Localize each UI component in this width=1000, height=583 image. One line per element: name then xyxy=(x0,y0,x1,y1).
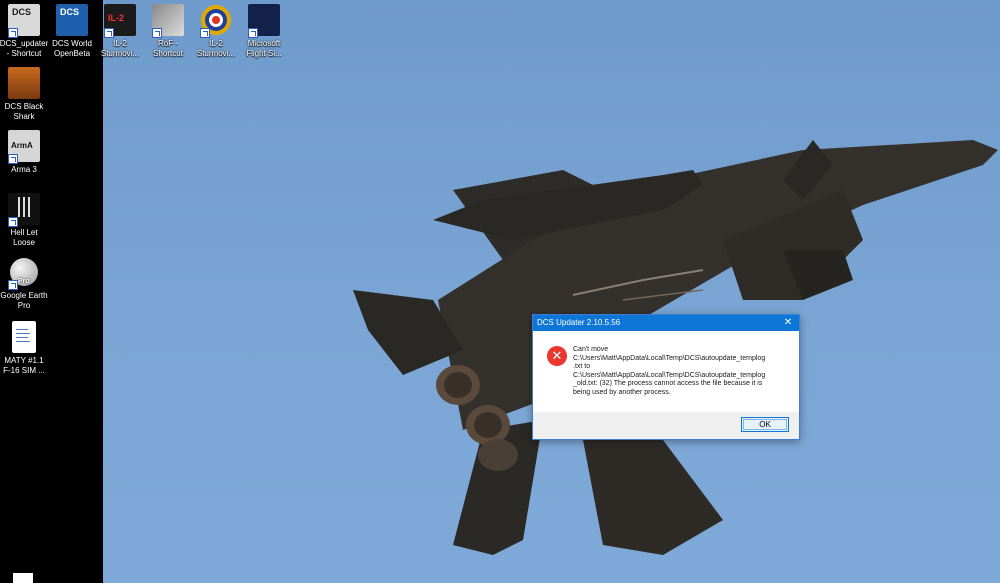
desktop-icon-hell-let-loose[interactable]: Hell Let Loose xyxy=(0,193,53,248)
message-line: _old.txt: (32) The process cannot access… xyxy=(573,380,763,387)
il2-badge-text: IL-2 xyxy=(108,13,125,23)
dcs-black-shark-icon xyxy=(8,67,40,99)
google-earth-icon: Pro xyxy=(8,256,40,290)
desktop-icon-google-earth[interactable]: Pro Google Earth Pro xyxy=(0,256,53,311)
document-icon xyxy=(12,321,36,353)
close-button[interactable]: ✕ xyxy=(777,315,799,331)
desktop-icon-label: Microsoft Flight Si... xyxy=(246,39,282,58)
il2-icon: IL-2 xyxy=(104,4,136,38)
arma3-icon: ArmA xyxy=(8,130,40,164)
shortcut-arrow-icon xyxy=(8,28,18,38)
shortcut-arrow-icon xyxy=(104,28,114,38)
il2-roundel-icon xyxy=(200,4,232,38)
arma-badge-text: ArmA xyxy=(11,141,33,150)
close-icon: ✕ xyxy=(783,317,793,328)
shortcut-arrow-icon xyxy=(200,28,210,38)
rof-icon xyxy=(152,4,184,38)
message-line: C:\Users\Matt\AppData\Local\Temp\DCS\aut… xyxy=(573,371,766,379)
shortcut-arrow-icon xyxy=(8,154,18,164)
dcs-badge-text: DCS xyxy=(60,7,80,17)
desktop-icon-maty-document[interactable]: MATY #1.1 F-16 SIM ... xyxy=(0,321,53,376)
desktop-icon-arma3[interactable]: ArmA Arma 3 xyxy=(0,130,53,175)
shortcut-arrow-icon xyxy=(8,280,18,290)
desktop-icon-label: MATY #1.1 F-16 SIM ... xyxy=(3,356,45,375)
partial-document-icon[interactable] xyxy=(13,573,33,583)
flight-simulator-icon xyxy=(248,4,280,38)
message-line: being used by another process. xyxy=(573,388,671,396)
dcs-badge-text: DCS xyxy=(12,7,32,17)
shortcut-arrow-icon xyxy=(8,217,18,227)
dcs-world-icon: DCS xyxy=(56,4,88,36)
dialog-title: DCS Updater 2.10.5.56 xyxy=(537,318,621,327)
desktop-icon-dcs-black-shark[interactable]: DCS Black Shark xyxy=(0,67,53,122)
message-line: Can't move xyxy=(573,346,609,353)
dcs-updater-error-dialog: DCS Updater 2.10.5.56 ✕ ✕ Can't move C:\… xyxy=(532,314,800,440)
desktop-icon-label: Arma 3 xyxy=(11,165,37,174)
desktop-icon-flight-simulator[interactable]: Microsoft Flight Si... xyxy=(235,4,293,59)
desktop-icon-label: Google Earth Pro xyxy=(0,291,48,310)
dialog-message-area: ✕ Can't move C:\Users\Matt\AppData\Local… xyxy=(533,332,799,412)
shortcut-arrow-icon xyxy=(152,28,162,38)
hell-let-loose-icon xyxy=(8,193,40,227)
desktop-icon-label: DCS Black Shark xyxy=(4,102,44,121)
desktop: DCS DCS_updater - Shortcut DCS DCS World… xyxy=(0,0,1000,583)
shortcut-arrow-icon xyxy=(248,28,258,38)
dcs-updater-icon: DCS xyxy=(8,4,40,38)
message-line: .txt to xyxy=(573,363,591,370)
error-icon: ✕ xyxy=(547,346,567,366)
desktop-icon-label: Hell Let Loose xyxy=(10,228,38,247)
message-line: C:\Users\Matt\AppData\Local\Temp\DCS\aut… xyxy=(573,354,766,362)
error-message: Can't move C:\Users\Matt\AppData\Local\T… xyxy=(573,346,791,397)
dialog-titlebar[interactable]: DCS Updater 2.10.5.56 ✕ xyxy=(533,315,799,331)
fighter-jet-wallpaper-image xyxy=(353,140,998,555)
ok-button[interactable]: OK xyxy=(741,417,789,432)
pro-badge-text: Pro xyxy=(18,278,30,285)
dialog-button-bar: OK xyxy=(533,412,799,439)
